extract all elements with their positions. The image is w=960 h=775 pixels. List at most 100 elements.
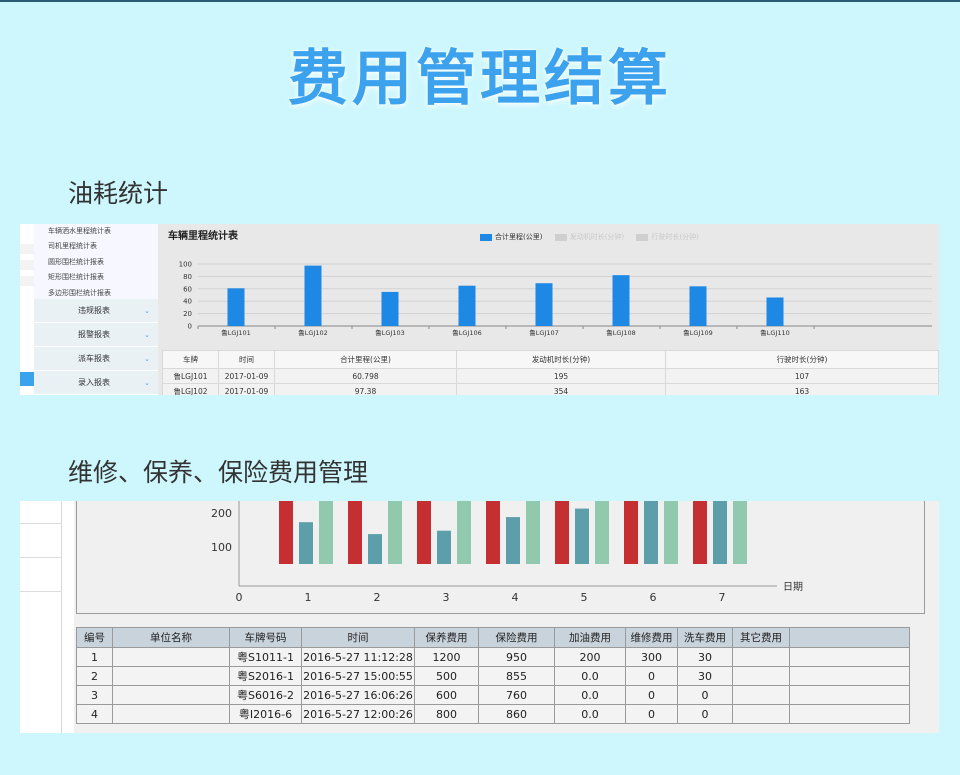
x-tick-label: 5 [581,591,588,604]
sidebar-group-label: 报警报表 [78,330,110,339]
y-tick-label: 100 [179,261,192,269]
bar-day2-series2 [368,534,382,564]
table-cell: 1200 [414,647,479,667]
col-header[interactable]: 合计里程(公里) [274,350,457,369]
fuel-stats-screenshot: 车辆洒水里程统计表 司机里程统计表 圆形围栏统计报表 矩形围栏统计报表 多边形围… [20,224,939,395]
sidebar-item-rect-fence[interactable]: 矩形围栏统计报表 [34,270,158,285]
page-title: 费用管理结算 [288,44,672,114]
fee-table: 编号 单位名称 车牌号码 时间 保养费用 保险费用 加油费用 维修费用 洗车费用… [76,627,910,724]
col-header[interactable]: 其它费用 [732,627,790,648]
col-header[interactable]: 时间 [218,350,275,369]
x-tick-label: 0 [236,591,243,604]
col-header[interactable]: 单位名称 [112,627,230,648]
x-tick-label: 鲁LGJ102 [298,328,327,337]
fee-panel: 200 100 0 1 2 3 4 5 6 7 日期 编号 单位名称 车牌号码 时间 保养费用 保险… [74,501,939,733]
bar-day5-series1 [555,501,569,564]
bar-day1-series3 [319,501,333,564]
col-header[interactable]: 编号 [76,627,113,648]
bar-鲁LGJ101 [227,288,245,326]
table-cell [732,647,790,667]
y-tick-label: 60 [183,285,192,293]
col-header-empty [789,627,910,648]
table-cell: 195 [456,368,666,384]
table-row[interactable]: 鲁LGJ101 2017-01-09 60.798 195 107 [162,368,939,384]
table-cell [732,685,790,705]
sidebar-item-driver-mileage[interactable]: 司机里程统计表 [34,239,158,254]
bar-day2-series3 [388,501,402,564]
y-tick-label: 100 [211,541,232,554]
sidebar-group-label: 违规报表 [78,306,110,315]
bar-day4-series3 [526,501,540,564]
chevron-down-icon: ⌄ [144,379,150,387]
sidebar-item-sprinkler-mileage[interactable]: 车辆洒水里程统计表 [34,224,158,239]
table-cell: 2017-01-09 [218,383,275,395]
sidebar-group-dispatch[interactable]: 派车报表 ⌄ [34,347,158,371]
col-header[interactable]: 时间 [301,627,415,648]
table-cell: 0.0 [554,685,626,705]
sidebar-group-alarm[interactable]: 报警报表 ⌄ [34,323,158,347]
table-cell: 0 [677,685,733,705]
bar-day4-series1 [486,501,500,564]
table-row[interactable]: 3 粤S6016-2 2016-5-27 16:06:26 600 760 0.0 0 0 [76,685,910,705]
sidebar-divider [20,557,62,558]
table-cell: 860 [478,704,555,724]
report-submenu: 车辆洒水里程统计表 司机里程统计表 圆形围栏统计报表 矩形围栏统计报表 多边形围… [34,224,158,302]
bar-鲁LGJ108 [612,275,630,326]
table-cell: 粤S6016-2 [229,685,302,705]
x-tick-label: 鲁LGJ101 [221,328,250,337]
section-title-maintenance: 维修、保养、保险费用管理 [68,458,369,487]
table-cell-empty [789,704,910,724]
col-header[interactable]: 保险费用 [478,627,555,648]
table-row[interactable]: 4 粤I2016-6 2016-5-27 12:00:26 800 860 0.0 0 0 [76,704,910,724]
bar-day7-series2 [713,501,727,564]
table-cell: 2016-5-27 11:12:28 [301,647,415,667]
sidebar-group-violation[interactable]: 违规报表 ⌄ [34,299,158,323]
col-header[interactable]: 保养费用 [414,627,479,648]
table-row[interactable]: 2 粤S2016-1 2016-5-27 15:00:55 500 855 0.0 0 30 [76,666,910,686]
col-header[interactable]: 车牌号码 [229,627,302,648]
bar-鲁LGJ110 [766,297,784,326]
bar-day7-series1 [693,501,707,564]
table-cell: 粤S2016-1 [229,666,302,686]
table-cell: 500 [414,666,479,686]
table-row[interactable]: 鲁LGJ102 2017-01-09 97.38 354 163 [162,383,939,395]
table-cell [112,704,230,724]
table-cell: 0 [625,704,678,724]
table-cell: 30 [677,666,733,686]
y-tick-label: 20 [183,310,192,318]
table-cell [732,666,790,686]
table-cell: 0 [625,666,678,686]
x-tick-label: 3 [443,591,450,604]
sidebar-group-entry[interactable]: 录入报表 ⌄ [34,371,158,395]
table-cell: 163 [665,383,939,395]
table-row[interactable]: 1 粤S1011-1 2016-5-27 11:12:28 1200 950 200 300… [76,647,910,667]
x-tick-label: 7 [719,591,726,604]
col-header[interactable]: 加油费用 [554,627,626,648]
bar-day1-series2 [299,522,313,564]
bar-鲁LGJ109 [689,286,707,326]
sidebar-divider [20,523,62,524]
bar-day7-series3 [733,501,747,564]
col-header[interactable]: 洗车费用 [677,627,733,648]
table-cell: 97.38 [274,383,457,395]
col-header[interactable]: 发动机时长(分钟) [456,350,666,369]
sidebar-strip [20,276,34,286]
x-tick-label: 鲁LGJ106 [452,328,481,337]
sidebar-item-circle-fence[interactable]: 圆形围栏统计报表 [34,255,158,270]
table-cell: 760 [478,685,555,705]
fee-chart-plot: 200 100 0 1 2 3 4 5 6 7 日期 [211,501,803,604]
col-header[interactable]: 行驶时长(分钟) [665,350,939,369]
sidebar-strip [20,260,34,270]
table-cell: 粤S1011-1 [229,647,302,667]
col-header[interactable]: 车牌 [162,350,219,369]
chevron-down-icon: ⌄ [144,355,150,363]
y-tick-label: 80 [183,273,192,281]
table-cell [732,704,790,724]
bar-鲁LGJ106 [458,285,476,326]
col-header[interactable]: 维修费用 [625,627,678,648]
sidebar-group-label: 录入报表 [78,378,110,387]
fee-sidebar [20,501,62,733]
report-sidebar: 车辆洒水里程统计表 司机里程统计表 圆形围栏统计报表 矩形围栏统计报表 多边形围… [20,224,158,395]
x-tick-label: 2 [374,591,381,604]
mileage-chart-plot: 0 20 40 60 80 100 鲁LGJ101 鲁LGJ102 鲁LGJ103 鲁LGJ106… [179,261,932,337]
